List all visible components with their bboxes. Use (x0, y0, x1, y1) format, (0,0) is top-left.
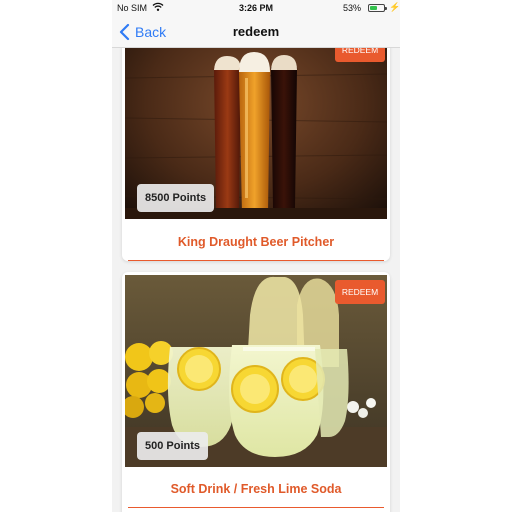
reward-card[interactable]: 8500 Points REDEEM King Draught Beer Pit… (122, 48, 390, 261)
page-title: redeem (232, 24, 280, 39)
battery-percent: 53% (343, 3, 362, 13)
reward-divider (128, 507, 384, 508)
lightning-bolt-icon: ⚡ (389, 2, 400, 12)
points-badge: 500 Points (137, 432, 209, 460)
redeem-button[interactable]: REDEEM (335, 48, 385, 62)
points-badge: 8500 Points (137, 184, 215, 212)
reward-name: King Draught Beer Pitcher (177, 235, 335, 249)
reward-name: Soft Drink / Fresh Lime Soda (170, 482, 342, 496)
navigation-bar: Back redeem (112, 16, 400, 48)
status-bar: No SIM 3:26 PM 53% ⚡ (112, 0, 400, 16)
beer-glasses-image: 8500 Points (125, 48, 387, 219)
reward-divider (128, 260, 384, 261)
rewards-list[interactable]: 8500 Points REDEEM King Draught Beer Pit… (112, 48, 400, 512)
battery-icon (368, 4, 387, 12)
redeem-button[interactable]: REDEEM (335, 280, 385, 304)
app-screen: No SIM 3:26 PM 53% ⚡ Back redeem 8500 Po… (112, 0, 400, 512)
reward-card[interactable]: 500 Points REDEEM Soft Drink / Fresh Lim… (122, 272, 390, 512)
